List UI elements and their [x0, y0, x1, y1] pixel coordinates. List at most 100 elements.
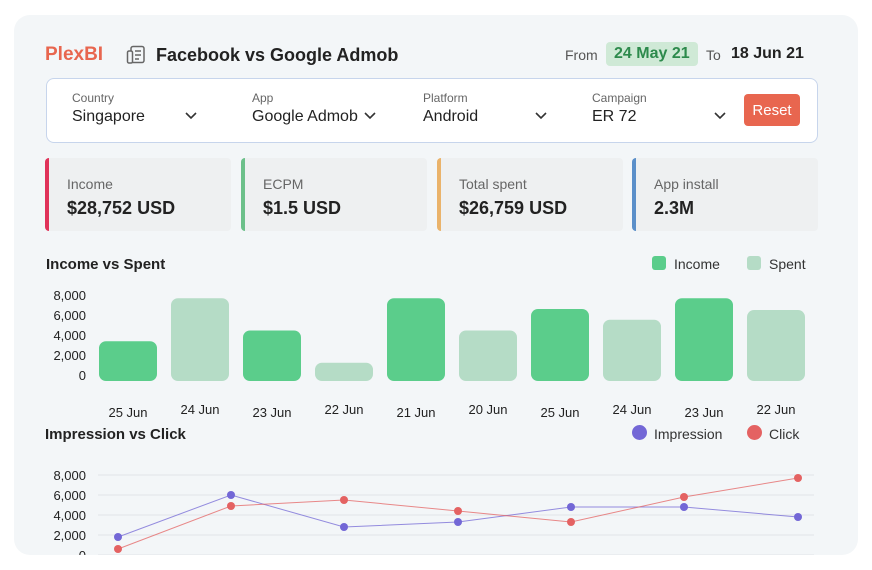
app-filter-label: App [252, 91, 274, 105]
to-date-picker[interactable]: 18 Jun 21 [731, 45, 804, 63]
header: PlexBI Facebook vs Google Admob From 24 … [14, 15, 858, 75]
y-tick-label: 2,000 [53, 528, 86, 543]
kpi-accent-bar [632, 158, 636, 231]
from-date-picker[interactable]: 24 May 21 [606, 42, 698, 66]
filter-bar: Country Singapore App Google Admob Platf… [46, 78, 818, 143]
platform-filter-label: Platform [423, 91, 468, 105]
app-filter-value[interactable]: Google Admob [252, 108, 358, 126]
data-point [680, 493, 688, 501]
country-filter[interactable]: Country Singapore [72, 91, 145, 126]
y-tick-label: 2,000 [53, 348, 86, 363]
bar [171, 298, 229, 381]
campaign-filter-label: Campaign [592, 91, 647, 105]
kpi-value: $28,752 USD [67, 198, 176, 218]
legend-income-label: Income [674, 256, 720, 272]
country-filter-value[interactable]: Singapore [72, 108, 145, 126]
data-point [454, 507, 462, 515]
kpi-label: Income [67, 176, 113, 192]
kpi-ecpm: ECPM $1.5 USD [241, 158, 427, 231]
impression-click-chart: 8,000 6,000 4,000 2,000 0 [53, 468, 814, 555]
kpi-label: App install [654, 176, 719, 192]
report-icon [126, 45, 145, 64]
from-label: From [565, 47, 598, 63]
dashboard-card: PlexBI Facebook vs Google Admob From 24 … [14, 15, 858, 555]
kpi-value: $26,759 USD [459, 198, 568, 218]
legend-impression-label: Impression [654, 426, 723, 442]
data-point [567, 503, 575, 511]
bar [603, 319, 661, 381]
data-point [340, 496, 348, 504]
report-title: Facebook vs Google Admob [156, 45, 399, 65]
bar [531, 308, 589, 381]
platform-filter[interactable]: Platform Android [423, 91, 478, 126]
bar [459, 330, 517, 381]
legend-spent-label: Spent [769, 256, 806, 272]
country-filter-label: Country [72, 91, 115, 105]
y-tick-label: 8,000 [53, 288, 86, 303]
chevron-down-icon[interactable] [713, 111, 727, 121]
reset-button[interactable]: Reset [744, 94, 800, 126]
income-spent-chart: 8,000 6,000 4,000 2,000 0 25 Jun 24 Jun 23 Jun 2… [53, 288, 805, 420]
bar [99, 341, 157, 381]
kpi-accent-bar [45, 158, 49, 231]
x-tick-label: 21 Jun [396, 405, 435, 420]
data-point [680, 503, 688, 511]
x-tick-label: 24 Jun [180, 402, 219, 417]
y-tick-label: 0 [79, 548, 86, 555]
app-filter[interactable]: App Google Admob [252, 91, 358, 126]
y-tick-label: 6,000 [53, 308, 86, 323]
bar [675, 298, 733, 381]
bar [315, 362, 373, 381]
y-tick-label: 8,000 [53, 468, 86, 483]
x-tick-label: 22 Jun [756, 402, 795, 417]
chevron-down-icon[interactable] [534, 111, 548, 121]
y-tick-label: 0 [79, 368, 86, 383]
kpi-accent-bar [437, 158, 441, 231]
x-tick-label: 23 Jun [684, 405, 723, 420]
legend-swatch-spent [747, 256, 761, 270]
bar [243, 330, 301, 381]
bar [387, 298, 445, 381]
chevron-down-icon[interactable] [184, 111, 198, 121]
kpi-income: Income $28,752 USD [45, 158, 231, 231]
series-line [117, 494, 799, 538]
y-tick-label: 4,000 [53, 508, 86, 523]
legend-dot-impression [632, 425, 647, 440]
to-label: To [706, 47, 721, 63]
x-tick-label: 25 Jun [108, 405, 147, 420]
kpi-app-install: App install 2.3M [632, 158, 818, 231]
brand-logo[interactable]: PlexBI [45, 44, 103, 66]
data-point [454, 518, 462, 526]
x-tick-label: 20 Jun [468, 402, 507, 417]
x-tick-label: 24 Jun [612, 402, 651, 417]
chevron-down-icon[interactable] [363, 111, 377, 121]
data-point [114, 533, 122, 541]
legend-dot-click [747, 425, 762, 440]
campaign-filter-value[interactable]: ER 72 [592, 108, 647, 126]
y-tick-label: 4,000 [53, 328, 86, 343]
kpi-total-spent: Total spent $26,759 USD [437, 158, 623, 231]
platform-filter-value[interactable]: Android [423, 108, 478, 126]
kpi-value: $1.5 USD [263, 198, 342, 218]
x-tick-label: 25 Jun [540, 405, 579, 420]
data-point [227, 502, 235, 510]
legend-click-label: Click [769, 426, 800, 442]
data-point [227, 491, 235, 499]
income-spent-title: Income vs Spent [46, 256, 166, 273]
kpi-label: ECPM [263, 176, 304, 192]
x-tick-label: 22 Jun [324, 402, 363, 417]
campaign-filter[interactable]: Campaign ER 72 [592, 91, 647, 126]
y-tick-label: 6,000 [53, 488, 86, 503]
data-point [567, 518, 575, 526]
data-point [794, 513, 802, 521]
data-point [340, 523, 348, 531]
impression-click-title: Impression vs Click [45, 426, 186, 443]
bar [747, 310, 805, 381]
kpi-value: 2.3M [654, 198, 695, 218]
x-tick-label: 23 Jun [252, 405, 291, 420]
data-point [114, 545, 122, 553]
legend-swatch-income [652, 256, 666, 270]
data-point [794, 474, 802, 482]
kpi-accent-bar [241, 158, 245, 231]
kpi-label: Total spent [459, 176, 527, 192]
